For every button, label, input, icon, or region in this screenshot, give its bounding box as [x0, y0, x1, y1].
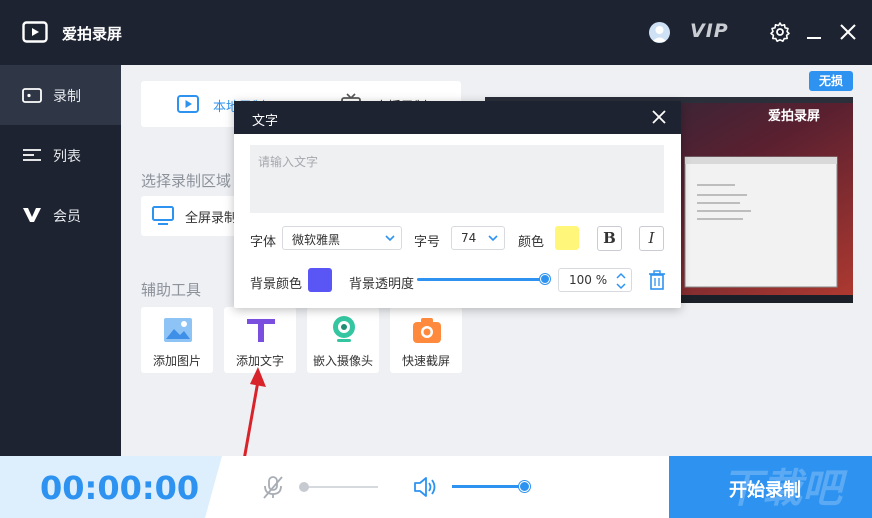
text-input[interactable] [250, 145, 664, 213]
add-text-button[interactable]: 添加文字 [224, 307, 296, 373]
opacity-stepper[interactable]: 100 % [558, 268, 632, 292]
size-label: 字号 [414, 235, 441, 250]
area-section-label: 选择录制区域 [141, 172, 232, 190]
microphone-volume-slider[interactable] [299, 482, 378, 492]
lossless-badge[interactable]: 无损 [809, 71, 853, 91]
dialog-header: 文字 [234, 101, 681, 134]
size-select[interactable]: 74 [451, 226, 505, 250]
tools-section-label: 辅助工具 [141, 281, 202, 299]
dialog-title: 文字 [252, 114, 279, 129]
image-icon [164, 318, 192, 342]
tool-label: 嵌入摄像头 [312, 354, 373, 368]
settings-gear-icon[interactable] [768, 20, 792, 44]
opacity-slider[interactable] [417, 274, 550, 284]
app-title: 爱拍录屏 [62, 25, 123, 43]
dialog-close-icon[interactable] [650, 108, 668, 126]
local-record-icon [177, 95, 199, 113]
add-image-button[interactable]: 添加图片 [141, 307, 213, 373]
tool-label: 快速截屏 [401, 354, 450, 368]
app-logo-icon [22, 21, 48, 43]
user-avatar-icon[interactable] [649, 22, 670, 43]
stepper-arrows-icon[interactable] [615, 271, 627, 291]
record-camera-icon [22, 88, 42, 103]
camera-icon [413, 318, 441, 343]
italic-button[interactable]: I [639, 226, 664, 251]
trash-icon[interactable] [648, 270, 666, 290]
start-record-button[interactable]: 开始录制 [669, 456, 872, 518]
opacity-slider-thumb[interactable] [540, 274, 550, 284]
opacity-label: 背景透明度 [349, 277, 415, 292]
close-icon[interactable] [836, 20, 860, 44]
webcam-icon [333, 316, 355, 342]
font-select[interactable]: 微软雅黑 [282, 226, 402, 250]
sidebar-item-label: 列表 [53, 149, 81, 165]
sidebar-item-record[interactable]: 录制 [0, 65, 121, 125]
chevron-down-icon [488, 235, 498, 242]
sidebar-item-label: 会员 [53, 209, 81, 225]
speaker-icon[interactable] [412, 474, 438, 500]
bg-color-label: 背景颜色 [250, 277, 303, 292]
sidebar-item-list[interactable]: 列表 [0, 125, 121, 185]
microphone-muted-icon[interactable] [260, 474, 286, 500]
bottom-bar: 00:00:00 开始录制 下载吧 [0, 456, 872, 518]
tool-label: 添加图片 [152, 354, 201, 368]
monitor-icon [152, 206, 174, 225]
record-timer: 00:00:00 [40, 469, 200, 507]
vip-button[interactable]: VIP [690, 20, 729, 42]
add-text-dialog: 文字 字体 微软雅黑 字号 74 颜色 B I 背景颜色 背景透明度 100 % [234, 101, 681, 308]
sidebar-item-label: 录制 [53, 89, 81, 105]
title-bar: 爱拍录屏 VIP [0, 0, 872, 65]
vip-v-icon [23, 208, 41, 222]
color-label: 颜色 [518, 235, 545, 250]
embed-webcam-button[interactable]: 嵌入摄像头 [307, 307, 379, 373]
font-label: 字体 [250, 235, 277, 250]
opacity-value: 100 % [569, 273, 608, 287]
area-option-label: 全屏录制 [185, 211, 238, 226]
quick-screenshot-button[interactable]: 快速截屏 [390, 307, 462, 373]
preview-logo-text: 爱拍录屏 [768, 109, 821, 124]
speaker-volume-thumb[interactable] [519, 481, 530, 492]
text-color-swatch[interactable] [555, 226, 579, 250]
speaker-volume-slider[interactable] [452, 481, 530, 492]
size-select-value: 74 [461, 231, 477, 245]
bg-color-swatch[interactable] [308, 268, 332, 292]
microphone-volume-thumb[interactable] [299, 482, 309, 492]
list-icon [23, 149, 41, 161]
sidebar-item-vip[interactable]: 会员 [0, 185, 121, 245]
start-record-label: 开始录制 [729, 480, 801, 501]
chevron-down-icon [385, 235, 395, 242]
font-select-value: 微软雅黑 [292, 233, 341, 247]
bold-button[interactable]: B [597, 226, 622, 251]
sidebar: 录制 列表 会员 [0, 65, 121, 456]
minimize-icon[interactable] [802, 20, 826, 44]
text-t-icon [247, 319, 275, 342]
